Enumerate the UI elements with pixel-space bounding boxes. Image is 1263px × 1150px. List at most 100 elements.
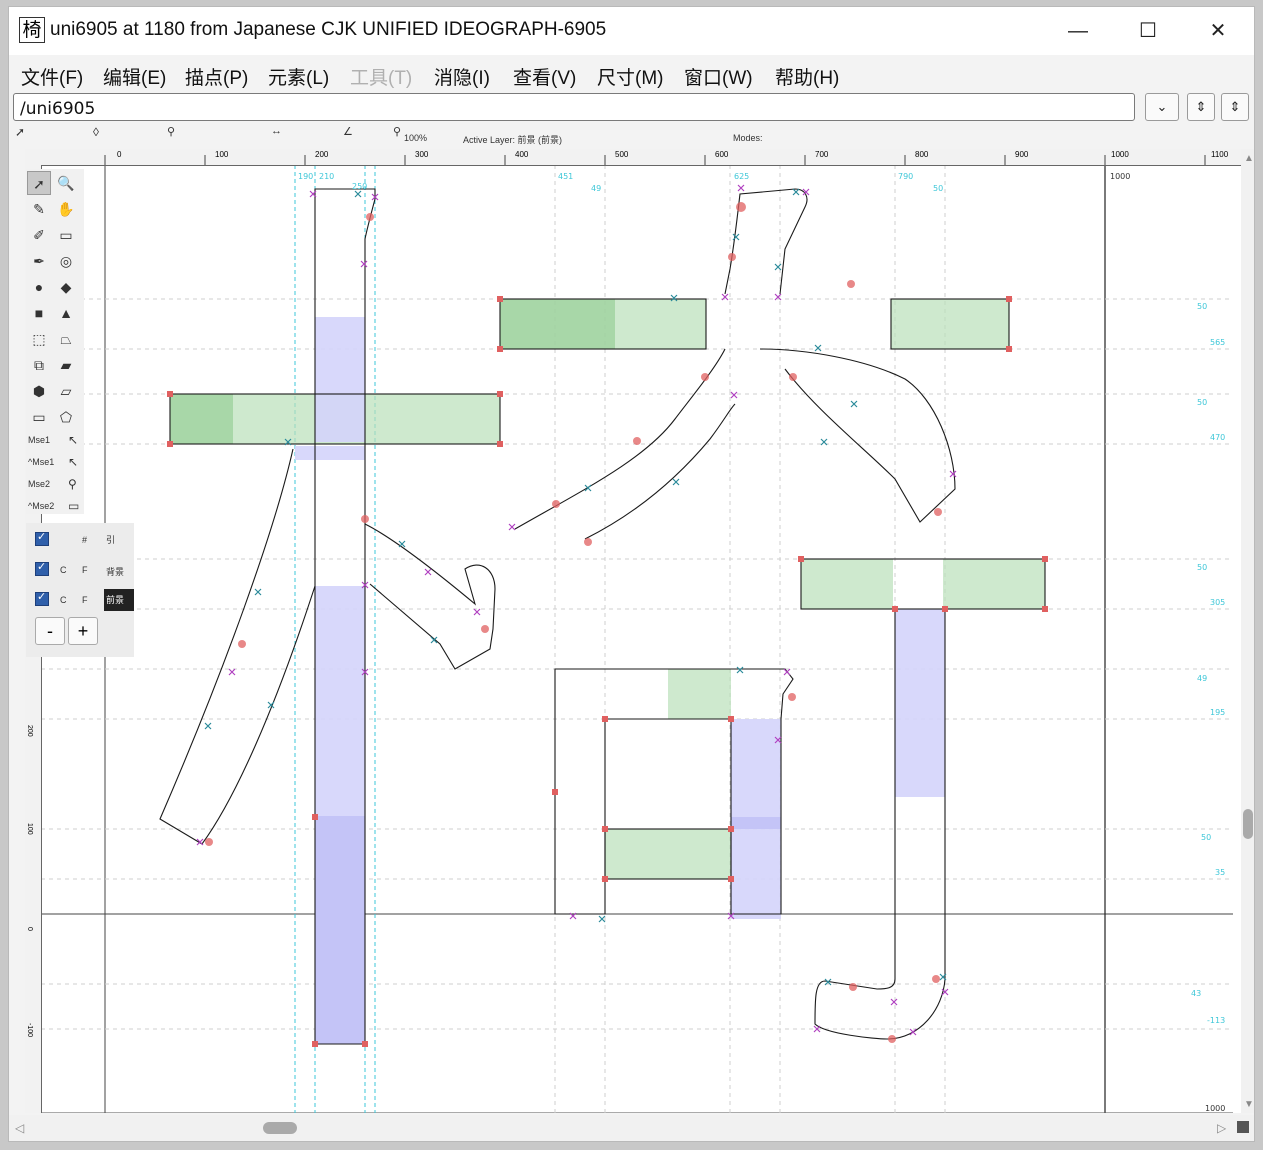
ruler-tick: 300 bbox=[415, 150, 429, 159]
active-layer-label: Active Layer: 前景 (前景) bbox=[463, 135, 563, 145]
menu-bar: 文件(F) 编辑(E) 描点(P) 元素(L) 工具(T) 消隐(I) 查看(V… bbox=[9, 55, 1254, 93]
app-glyph-icon: 椅 bbox=[19, 17, 45, 43]
horizontal-scroll-thumb[interactable] bbox=[263, 1122, 297, 1134]
scroll-right-icon[interactable]: ▷ bbox=[1217, 1121, 1226, 1135]
hv-curve-point-icon[interactable]: ◆ bbox=[54, 275, 78, 299]
add-layer-button[interactable]: + bbox=[68, 617, 98, 645]
ruler-tick: 400 bbox=[515, 150, 529, 159]
dim-label: 305 bbox=[1210, 598, 1225, 607]
menu-element[interactable]: 元素(L) bbox=[268, 63, 329, 90]
flip-tool-icon[interactable]: ⧉ bbox=[27, 353, 51, 377]
info-bar: ➚ ◊ ⚲ ↔ ∠ ⚲ 100% Active Layer: 前景 (前景) M… bbox=[9, 123, 1254, 149]
layer-name-active[interactable]: 前景 bbox=[104, 589, 134, 611]
freehand-tool-icon[interactable]: ✎ bbox=[27, 197, 51, 221]
dim-label: 565 bbox=[1210, 338, 1225, 347]
angle-icon: ∠ bbox=[343, 126, 353, 138]
corner-point-icon[interactable]: ■ bbox=[27, 301, 51, 325]
guide-label-625: 625 bbox=[734, 172, 749, 181]
dim-label: 43 bbox=[1191, 989, 1201, 998]
menu-metrics[interactable]: 尺寸(M) bbox=[597, 63, 663, 90]
layer-visible-checkbox[interactable] bbox=[35, 590, 49, 606]
remove-layer-button[interactable]: - bbox=[35, 617, 65, 645]
pen-tool-icon[interactable]: ✒ bbox=[27, 249, 51, 273]
ruler-tool-icon[interactable]: ▭ bbox=[54, 223, 78, 247]
ruler-tick: 200 bbox=[26, 725, 33, 737]
horizontal-scrollbar[interactable]: ◁ ▷ bbox=[9, 1115, 1254, 1141]
menu-hints[interactable]: 消隐(I) bbox=[434, 63, 490, 90]
ruler-tick: 800 bbox=[915, 150, 929, 159]
vertical-scroll-thumb[interactable] bbox=[1243, 809, 1253, 839]
bottom-advance-label: 1000 bbox=[1205, 1104, 1225, 1113]
scroll-left-icon[interactable]: ◁ bbox=[15, 1121, 24, 1135]
glyph-dropdown-button[interactable]: ⌄ bbox=[1145, 93, 1179, 121]
menu-view[interactable]: 查看(V) bbox=[513, 63, 576, 90]
magnify-icon: ⚲ bbox=[68, 477, 77, 491]
layer-c: C bbox=[60, 595, 67, 605]
layer-visible-checkbox[interactable] bbox=[35, 560, 49, 576]
glyph-canvas[interactable]: 190 210 250 451 625 790 49 50 50 565 50 … bbox=[25, 149, 1248, 1113]
dim-label: 50 bbox=[1197, 398, 1207, 407]
resize-grip-icon[interactable] bbox=[1237, 1121, 1249, 1133]
scroll-hand-tool-icon[interactable]: ✋ bbox=[54, 197, 78, 221]
toolbox: ➚ 🔍 ✎ ✋ ✐ ▭ ✒ ◎ ● ◆ ■ ▲ ⬚ ⏢ ⧉ ▰ ⬢ ⏥ ▭ ⬠ … bbox=[26, 169, 84, 514]
3d-rotate-tool-icon[interactable]: ⬢ bbox=[27, 379, 51, 403]
guide-label-210: 210 bbox=[319, 172, 334, 181]
menu-edit[interactable]: 编辑(E) bbox=[103, 63, 166, 90]
width-label-50: 50 bbox=[933, 184, 943, 193]
close-button[interactable]: ✕ bbox=[1195, 15, 1241, 47]
minimize-button[interactable]: — bbox=[1055, 15, 1101, 47]
curve-point-icon[interactable]: ● bbox=[27, 275, 51, 299]
vertical-metrics-button[interactable]: ⇕ bbox=[1187, 93, 1215, 121]
dim-label: -113 bbox=[1207, 1016, 1225, 1025]
dim-label: 50 bbox=[1197, 563, 1207, 572]
width-label-49: 49 bbox=[591, 184, 601, 193]
point-icon: ◊ bbox=[93, 125, 99, 139]
scroll-up-icon[interactable]: ▲ bbox=[1244, 153, 1254, 164]
ruler-tick: 0 bbox=[117, 150, 122, 159]
scroll-down-icon[interactable]: ▼ bbox=[1244, 1099, 1254, 1110]
maximize-button[interactable]: ☐ bbox=[1125, 15, 1171, 47]
ctrl-mouse2-label: ^Mse2 bbox=[28, 501, 55, 511]
layer-name[interactable]: 背景 bbox=[106, 565, 124, 578]
distance-icon: ↔ bbox=[271, 125, 282, 137]
guide-label-790: 790 bbox=[898, 172, 913, 181]
dim-label: 35 bbox=[1215, 868, 1225, 877]
glyph-outline-view[interactable]: 190 210 250 451 625 790 49 50 50 565 50 … bbox=[25, 149, 1248, 1113]
layer-visible-checkbox[interactable] bbox=[35, 530, 49, 546]
layer-name: 引 bbox=[106, 535, 116, 545]
skew-tool-icon[interactable]: ▰ bbox=[54, 353, 78, 377]
glyph-name-field[interactable]: /uni6905 bbox=[13, 93, 1135, 121]
pointer-icon: ↖ bbox=[68, 433, 79, 447]
layer-f: F bbox=[82, 595, 88, 605]
polygon-tool-icon[interactable]: ⬠ bbox=[54, 405, 78, 429]
ruler-tick: 0 bbox=[26, 927, 33, 931]
ruler-tick: 600 bbox=[715, 150, 729, 159]
ctrl-mouse1-label: ^Mse1 bbox=[28, 457, 55, 467]
rectangle-tool-icon[interactable]: ▭ bbox=[27, 405, 51, 429]
zoom-icon: ⚲ bbox=[393, 126, 402, 138]
modes-label: Modes: bbox=[733, 133, 763, 143]
title-bar: 椅 uni6905 at 1180 from Japanese CJK UNIF… bbox=[9, 7, 1254, 55]
perspective-tool-icon[interactable]: ⏥ bbox=[54, 379, 78, 403]
vertical-metrics-button-2[interactable]: ⇕ bbox=[1221, 93, 1249, 121]
knife-tool-icon[interactable]: ✐ bbox=[27, 223, 51, 247]
pointer-icon: ↖ bbox=[68, 455, 79, 469]
scale-tool-icon[interactable]: ⬚ bbox=[27, 327, 51, 351]
menu-file[interactable]: 文件(F) bbox=[21, 63, 83, 90]
nearest-point-icon: ⚲ bbox=[167, 126, 176, 138]
pointer-tool-icon[interactable]: ➚ bbox=[27, 171, 51, 195]
menu-point[interactable]: 描点(P) bbox=[185, 63, 248, 90]
tangent-point-icon[interactable]: ▲ bbox=[54, 301, 78, 325]
layer-c: C bbox=[60, 565, 67, 575]
ruler-tick: -100 bbox=[26, 1023, 33, 1038]
menu-window[interactable]: 窗口(W) bbox=[684, 63, 753, 90]
dim-label: 195 bbox=[1210, 708, 1225, 717]
menu-help[interactable]: 帮助(H) bbox=[775, 63, 839, 90]
rotate-tool-icon[interactable]: ⏢ bbox=[54, 327, 78, 351]
guide-label-190: 190 bbox=[298, 172, 313, 181]
dim-label: 49 bbox=[1197, 674, 1207, 683]
guide-label-451: 451 bbox=[558, 172, 573, 181]
spiro-tool-icon[interactable]: ◎ bbox=[54, 249, 78, 273]
vertical-scrollbar[interactable]: ▲ ▼ bbox=[1241, 149, 1254, 1113]
magnify-tool-icon[interactable]: 🔍 bbox=[54, 171, 78, 195]
